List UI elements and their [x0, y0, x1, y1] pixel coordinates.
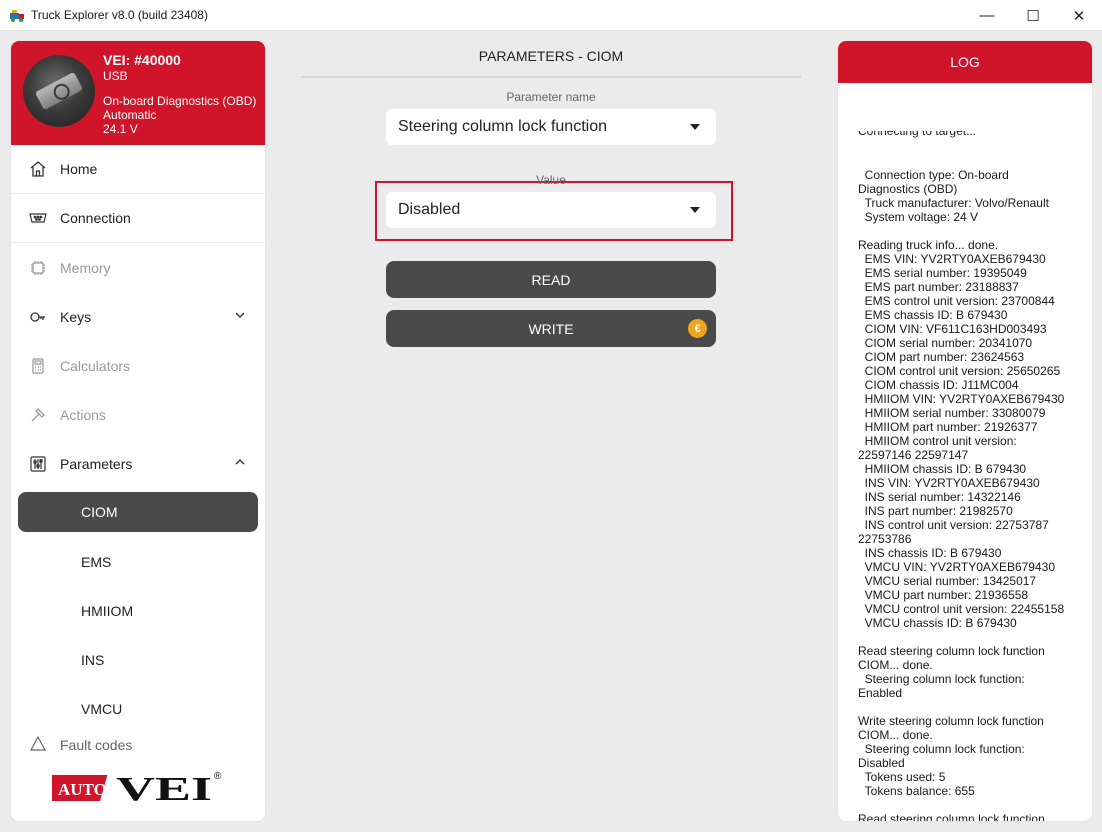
parameter-name-value: Steering column lock function — [398, 118, 607, 135]
title-bar: Truck Explorer v8.0 (build 23408) — ☐ ✕ — [0, 0, 1102, 31]
logo-registered-text: ® — [214, 771, 222, 782]
sidebar-item-memory[interactable]: Memory — [11, 243, 265, 292]
sidebar-item-fault-codes[interactable]: Fault codes — [11, 733, 265, 753]
main-content: PARAMETERS - CIOM Parameter name Steerin… — [301, 41, 801, 821]
sidebar-item-label: Parameters — [60, 455, 133, 472]
log-text: Connection type: On-board Diagnostics (O… — [858, 168, 1065, 821]
truck-app-icon — [9, 7, 25, 23]
maximize-button[interactable]: ☐ — [1010, 0, 1056, 31]
close-button[interactable]: ✕ — [1056, 0, 1102, 31]
logo-vei-text: VEI — [116, 771, 212, 803]
log-header: LOG — [838, 41, 1092, 83]
home-icon — [29, 160, 47, 178]
autovei-logo: AUTO VEI ® — [11, 751, 265, 821]
value-label: Value — [536, 173, 566, 187]
sidebar-subitem-ins[interactable]: INS — [11, 635, 265, 684]
calculator-icon — [29, 357, 47, 375]
device-photo — [23, 55, 95, 127]
sidebar-subitem-ems[interactable]: EMS — [11, 537, 265, 586]
chip-icon — [29, 259, 47, 277]
read-button[interactable]: READ — [386, 261, 716, 298]
title-divider — [301, 76, 801, 78]
value-select-value: Disabled — [398, 201, 461, 218]
device-detection: Automatic — [103, 108, 157, 122]
value-select[interactable]: Disabled — [386, 192, 716, 228]
sidebar-nav: Home Connection Memory Keys Calculators … — [11, 145, 265, 753]
chevron-down-icon — [235, 312, 245, 318]
connector-icon — [29, 209, 47, 227]
write-button-label: WRITE — [528, 320, 574, 337]
minimize-button[interactable]: — — [964, 0, 1010, 31]
sidebar-subitem-ciom[interactable]: CIOM — [18, 492, 258, 532]
sidebar-item-keys[interactable]: Keys — [11, 292, 265, 341]
log-content[interactable]: Connecting to target... Connection type:… — [838, 75, 1092, 821]
sidebar-item-connection[interactable]: Connection — [11, 194, 265, 243]
sliders-icon — [29, 455, 47, 473]
sidebar-item-label: Actions — [60, 406, 106, 423]
device-mode: On-board Diagnostics (OBD) — [103, 94, 257, 108]
wrench-icon — [29, 406, 47, 424]
window-title: Truck Explorer v8.0 (build 23408) — [31, 8, 208, 22]
chevron-up-icon — [235, 459, 245, 465]
key-icon — [29, 308, 47, 326]
sidebar-item-label: Keys — [60, 308, 92, 325]
device-interface: USB — [103, 69, 128, 83]
parameter-name-select[interactable]: Steering column lock function — [386, 109, 716, 145]
sidebar-item-label: Home — [60, 161, 98, 177]
sidebar-item-label: Memory — [60, 259, 111, 276]
sidebar-item-label: Calculators — [60, 357, 131, 374]
write-button[interactable]: WRITE € — [386, 310, 716, 347]
sidebar-item-label: Connection — [60, 210, 131, 226]
sidebar-item-parameters[interactable]: Parameters — [11, 439, 265, 488]
log-first-line: Connecting to target... — [858, 131, 977, 138]
read-button-label: READ — [531, 271, 571, 288]
device-card: VEI: #40000 USB On-board Diagnostics (OB… — [11, 41, 265, 145]
sidebar: VEI: #40000 USB On-board Diagnostics (OB… — [11, 41, 265, 821]
logo-auto-text: AUTO — [58, 780, 107, 799]
page-title: PARAMETERS - CIOM — [478, 48, 624, 64]
log-title: LOG — [950, 54, 980, 70]
dropdown-caret-icon — [690, 124, 700, 130]
device-voltage: 24.1 V — [103, 122, 138, 136]
sidebar-item-actions[interactable]: Actions — [11, 390, 265, 439]
device-title: VEI: #40000 — [103, 52, 181, 68]
token-coin-icon: € — [688, 319, 707, 338]
sidebar-item-calculators[interactable]: Calculators — [11, 341, 265, 390]
parameter-name-label: Parameter name — [506, 90, 596, 104]
log-panel: Connecting to target... Connection type:… — [838, 41, 1092, 821]
sidebar-item-home[interactable]: Home — [11, 145, 265, 194]
sidebar-subitem-vmcu[interactable]: VMCU — [11, 684, 265, 733]
sidebar-subitem-hmiiom[interactable]: HMIIOM — [11, 586, 265, 635]
dropdown-caret-icon — [690, 207, 700, 213]
